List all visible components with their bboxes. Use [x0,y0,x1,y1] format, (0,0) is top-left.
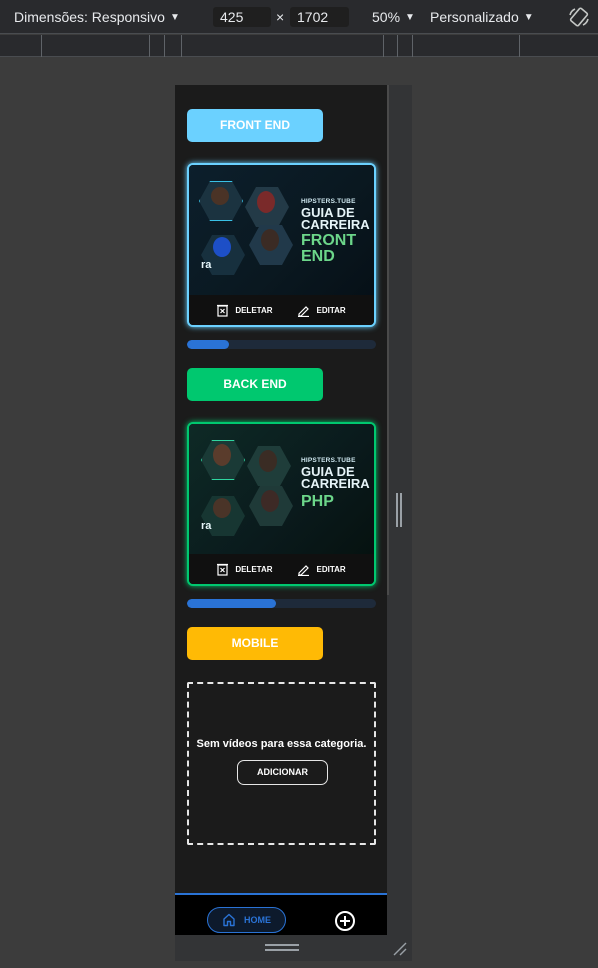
host-photo [257,191,275,213]
card-actions: DELETAR EDITAR [189,295,374,325]
rotate-icon[interactable] [567,5,591,29]
thumbnail-corner-text: ra [201,520,212,532]
delete-label: DELETAR [235,305,273,315]
height-input[interactable]: 1702 [290,7,349,27]
ruler-tick [164,35,165,57]
delete-button[interactable]: DELETAR [217,563,273,576]
empty-message: Sem vídeos para essa categoria. [196,738,367,750]
delete-label: DELETAR [235,564,273,574]
ruler-tick [383,35,384,57]
host-photo [261,229,279,251]
empty-category-box: Sem vídeos para essa categoria. ADICIONA… [187,682,376,845]
zoom-dropdown[interactable]: 50% ▼ [372,9,415,25]
category-button-mobile[interactable]: MOBILE [187,627,323,660]
pencil-icon [297,564,309,576]
scroll-progress-bar[interactable] [187,340,376,349]
thumbnail-corner-text: ra [201,259,212,271]
devtools-toolbar: Dimensões: Responsivo ▼ 425 × 1702 50% ▼… [0,0,598,34]
pencil-icon [297,305,309,317]
add-video-button[interactable]: ADICIONAR [237,760,328,785]
delete-button[interactable]: DELETAR [217,304,273,317]
throttle-dropdown[interactable]: Personalizado ▼ [430,9,534,25]
host-photo [259,450,277,472]
host-photo [213,237,231,257]
ruler-tick [397,35,398,57]
edit-button[interactable]: EDITAR [297,304,346,317]
chevron-down-icon: ▼ [523,11,534,23]
home-button[interactable]: HOME [207,907,286,933]
edit-button[interactable]: EDITAR [297,563,346,576]
video-card-back-end[interactable]: ra HIPSTERS.TUBE GUIA DE CARREIRA PHP DE… [187,422,376,586]
host-photo [261,490,279,512]
chevron-down-icon: ▼ [169,11,180,23]
edit-label: EDITAR [316,305,346,315]
width-input[interactable]: 425 [213,7,271,27]
home-icon [223,913,235,927]
times-sign: × [276,9,285,25]
home-label: HOME [244,915,271,925]
video-thumbnail[interactable]: ra HIPSTERS.TUBE GUIA DE CARREIRA FRONT … [189,165,374,295]
edit-label: EDITAR [316,564,346,574]
ruler-tick [149,35,150,57]
device-viewport: FRONT END ra HIPSTERS.TUBE GUIA DE CARRE… [175,85,387,935]
host-photo [213,498,231,518]
thumbnail-title-line: FRONT [301,232,357,249]
video-thumbnail[interactable]: ra HIPSTERS.TUBE GUIA DE CARREIRA PHP [189,424,374,554]
category-button-front-end[interactable]: FRONT END [187,109,323,142]
video-card-front-end[interactable]: ra HIPSTERS.TUBE GUIA DE CARREIRA FRONT … [187,163,376,327]
chevron-down-icon: ▼ [405,11,415,23]
track-divider [387,85,389,595]
thumbnail-brand: HIPSTERS.TUBE [301,457,356,464]
ruler-tick [412,35,413,57]
thumbnail-title-line: END [301,248,335,265]
thumbnail-brand: HIPSTERS.TUBE [301,198,356,205]
thumbnail-title-line: CARREIRA [301,217,370,232]
throttle-label: Personalizado [430,9,519,25]
progress-fill [187,340,229,349]
ruler-tick [519,35,520,57]
card-actions: DELETAR EDITAR [189,554,374,584]
dimensions-label: Dimensões: Responsivo [14,9,165,25]
resize-handle-right[interactable] [396,493,404,527]
progress-fill [187,599,276,608]
bottom-nav: HOME [175,893,387,935]
resize-handle-bottom[interactable] [175,935,412,961]
trash-icon [217,563,229,576]
ruler-tick [41,35,42,57]
category-button-back-end[interactable]: BACK END [187,368,323,401]
resize-handle-icon[interactable] [393,942,407,956]
trash-icon [217,304,229,317]
host-photo [213,444,231,466]
ruler-tick [181,35,182,57]
plus-circle-icon[interactable] [334,910,356,932]
media-query-ruler [0,35,598,57]
thumbnail-title-line: PHP [301,493,334,510]
zoom-label: 50% [372,9,401,25]
thumbnail-title-line: CARREIRA [301,476,370,491]
host-photo [211,187,229,205]
scroll-progress-bar[interactable] [187,599,376,608]
dimensions-dropdown[interactable]: Dimensões: Responsivo ▼ [14,9,180,25]
